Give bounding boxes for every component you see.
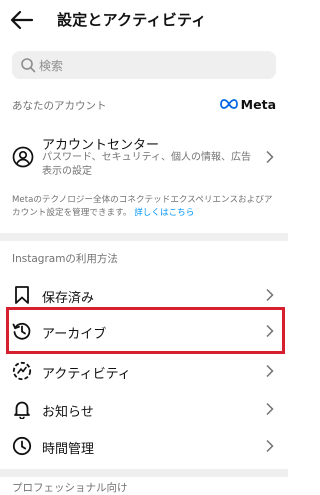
chevron-right-icon (266, 288, 274, 302)
highlight-box (6, 307, 285, 354)
chevron-right-icon (266, 402, 274, 416)
section-divider (0, 469, 288, 477)
meta-infinity-icon (219, 99, 238, 109)
professional-section-label: プロフェッショナル向け (12, 482, 128, 494)
list-item-time-management[interactable]: 時間管理 (0, 427, 288, 465)
account-section-label: あなたのアカウント (12, 100, 107, 112)
bell-icon (14, 401, 30, 419)
meta-logo-text: Meta (240, 96, 276, 112)
bookmark-icon (15, 286, 29, 304)
accounts-center-subtitle: パスワード、セキュリティ、個人の情報、広告表示の設定 (42, 152, 251, 177)
chevron-right-icon (266, 439, 274, 453)
list-item-notifications[interactable]: お知らせ (0, 390, 288, 428)
clock-icon (12, 436, 32, 456)
list-item-label: お知らせ (42, 405, 94, 420)
meta-logo: Meta (219, 96, 276, 112)
account-circle-icon (12, 146, 34, 168)
list-item-label: アクティビティ (42, 367, 131, 382)
account-description: Metaのテクノロジー全体のコネクテッドエクスペリエンスおよびアカウント設定を管… (12, 194, 276, 220)
page-title: 設定とアクティビティ (57, 11, 207, 29)
arrow-left-icon[interactable] (9, 8, 35, 32)
learn-more-link[interactable]: 詳しくはこちら (134, 208, 194, 218)
usage-section-label: Instagramの利用方法 (12, 253, 118, 265)
chevron-right-icon (266, 150, 274, 164)
chevron-right-icon (266, 364, 274, 378)
section-divider (0, 233, 288, 241)
header-bar: 設定とアクティビティ (0, 0, 288, 42)
search-icon (21, 58, 36, 73)
list-item-label: 時間管理 (42, 442, 95, 457)
list-item-activity[interactable]: アクティビティ (0, 352, 288, 390)
list-item-label: 保存済み (42, 291, 95, 306)
activity-icon (12, 361, 32, 381)
search-placeholder: 検索 (39, 59, 64, 73)
search-input[interactable]: 検索 (12, 51, 276, 79)
